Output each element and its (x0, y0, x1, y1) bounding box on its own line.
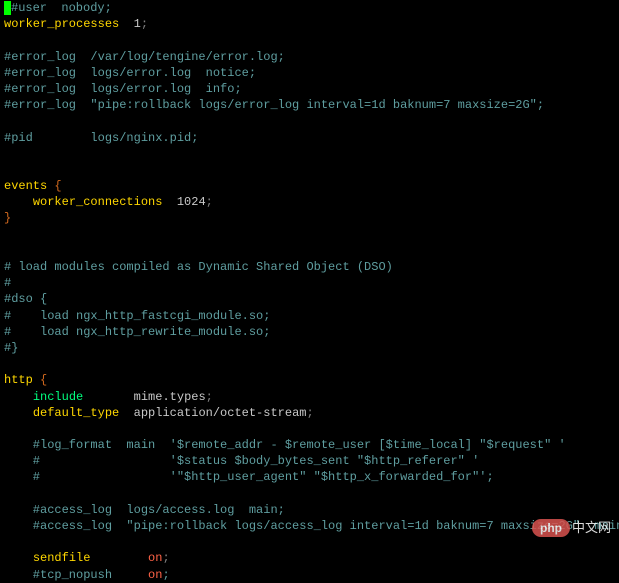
comment-text: # '"$http_user_agent" "$http_x_forwarded… (4, 470, 494, 484)
comment-text: # '$status $body_bytes_sent "$http_refer… (4, 454, 479, 468)
value-token: 1024 (177, 195, 206, 209)
code-line: # load modules compiled as Dynamic Share… (4, 259, 615, 275)
comment-text: #error_log logs/error.log notice; (4, 66, 256, 80)
comment-text: # load modules compiled as Dynamic Share… (4, 260, 393, 274)
code-line: worker_connections 1024; (4, 194, 615, 210)
code-line: # (4, 275, 615, 291)
text-token (119, 17, 133, 31)
comment-text: # load ngx_http_rewrite_module.so; (4, 325, 270, 339)
text-token: ; (206, 195, 213, 209)
code-line: #error_log /var/log/tengine/error.log; (4, 49, 615, 65)
text-token (4, 551, 33, 565)
code-line (4, 113, 615, 129)
code-line (4, 227, 615, 243)
text-token: ; (206, 390, 213, 404)
code-line: #user nobody; (4, 0, 615, 16)
value-token: mime.types (134, 390, 206, 404)
comment-text: #dso { (4, 292, 47, 306)
text-token (33, 373, 40, 387)
code-line: #dso { (4, 291, 615, 307)
code-line: # '$status $body_bytes_sent "$http_refer… (4, 453, 615, 469)
code-line (4, 356, 615, 372)
keyword-token: worker_connections (33, 195, 163, 209)
text-token (4, 390, 33, 404)
code-line: events { (4, 178, 615, 194)
comment-text: #pid logs/nginx.pid; (4, 131, 198, 145)
text-token (162, 195, 176, 209)
code-line (4, 421, 615, 437)
code-line: default_type application/octet-stream; (4, 405, 615, 421)
code-line: sendfile on; (4, 550, 615, 566)
literal-token: on (148, 551, 162, 565)
brace-token: { (54, 179, 61, 193)
code-editor-content[interactable]: #user nobody;worker_processes 1; #error_… (0, 0, 619, 583)
code-line: #tcp_nopush on; (4, 567, 615, 583)
code-line (4, 534, 615, 550)
code-line: #error_log logs/error.log info; (4, 81, 615, 97)
code-line: #error_log "pipe:rollback logs/error_log… (4, 97, 615, 113)
code-line: worker_processes 1; (4, 16, 615, 32)
code-line: } (4, 210, 615, 226)
watermark-text: 中文网 (572, 520, 611, 535)
code-line (4, 146, 615, 162)
watermark-badge: php (532, 519, 570, 537)
code-line: # load ngx_http_fastcgi_module.so; (4, 308, 615, 324)
text-token (83, 390, 133, 404)
comment-text: #log_format main '$remote_addr - $remote… (4, 438, 566, 452)
brace-token: { (40, 373, 47, 387)
code-line: #pid logs/nginx.pid; (4, 130, 615, 146)
text-token (119, 406, 133, 420)
text-token (4, 406, 33, 420)
comment-text: #error_log /var/log/tengine/error.log; (4, 50, 285, 64)
comment-text: #access_log logs/access.log main; (4, 503, 285, 517)
keyword-token: events (4, 179, 47, 193)
comment-text: #user nobody; (11, 1, 112, 15)
code-line: #error_log logs/error.log notice; (4, 65, 615, 81)
code-line (4, 486, 615, 502)
code-line (4, 162, 615, 178)
text-token (90, 551, 148, 565)
value-token: 1 (134, 17, 141, 31)
comment-text: #access_log "pipe:rollback logs/access_l… (4, 519, 619, 533)
text-token: ; (306, 406, 313, 420)
text-token: ; (162, 551, 169, 565)
code-line (4, 243, 615, 259)
keyword-token: sendfile (33, 551, 91, 565)
code-line: # load ngx_http_rewrite_module.so; (4, 324, 615, 340)
statement-token: include (33, 390, 83, 404)
cursor (4, 1, 11, 15)
comment-token: #tcp_nopush (4, 568, 148, 582)
comment-text: #error_log logs/error.log info; (4, 82, 242, 96)
comment-text: #} (4, 341, 18, 355)
code-line: #} (4, 340, 615, 356)
text-token (4, 195, 33, 209)
literal-token: on (148, 568, 162, 582)
code-line (4, 32, 615, 48)
keyword-token: http (4, 373, 33, 387)
value-token: application/octet-stream (134, 406, 307, 420)
text-token: ; (141, 17, 148, 31)
code-line: include mime.types; (4, 389, 615, 405)
comment-token: ; (162, 568, 169, 582)
code-line: #log_format main '$remote_addr - $remote… (4, 437, 615, 453)
code-line: # '"$http_user_agent" "$http_x_forwarded… (4, 469, 615, 485)
code-line: http { (4, 372, 615, 388)
keyword-token: default_type (33, 406, 119, 420)
comment-text: # load ngx_http_fastcgi_module.so; (4, 309, 270, 323)
code-line: #access_log logs/access.log main; (4, 502, 615, 518)
keyword-token: worker_processes (4, 17, 119, 31)
comment-text: #error_log "pipe:rollback logs/error_log… (4, 98, 544, 112)
brace-token: } (4, 211, 11, 225)
code-line: #access_log "pipe:rollback logs/access_l… (4, 518, 615, 534)
watermark: php中文网 (532, 519, 611, 537)
comment-text: # (4, 276, 11, 290)
